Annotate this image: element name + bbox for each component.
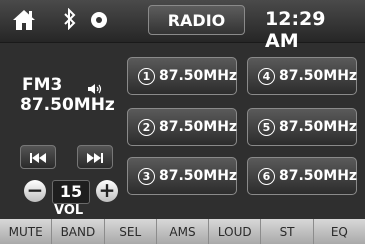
band-button[interactable]: BAND (52, 219, 105, 244)
preset-frequency: 87.50MHz (159, 119, 238, 135)
preset-button-1[interactable]: 1 87.50MHz (127, 57, 237, 95)
preset-button-2[interactable]: 2 87.50MHz (127, 108, 237, 146)
preset-button-3[interactable]: 3 87.50MHz (127, 157, 237, 195)
volume-value: 15 (52, 180, 90, 204)
function-bar: MUTE BAND SEL AMS LOUD ST EQ (0, 219, 365, 244)
seek-forward-button[interactable] (77, 145, 113, 169)
preset-frequency: 87.50MHz (279, 68, 358, 84)
preset-number: 4 (258, 67, 275, 85)
seek-forward-icon (86, 148, 104, 167)
disc-icon[interactable] (90, 11, 108, 33)
st-button[interactable]: ST (261, 219, 314, 244)
clock: 12:29 AM (265, 8, 326, 52)
preset-number: 2 (138, 118, 155, 136)
band-label: FM3 (22, 75, 63, 95)
home-icon[interactable] (12, 9, 36, 35)
preset-frequency: 87.50MHz (279, 119, 358, 135)
preset-number: 6 (258, 167, 275, 185)
radio-screen: RADIO 12:29 AM FM3 87.50MHz − 15 + VOL 1… (0, 0, 365, 244)
current-frequency: 87.50MHz (20, 95, 115, 115)
volume-down-button[interactable]: − (24, 180, 46, 202)
preset-number: 1 (138, 67, 155, 85)
sel-button[interactable]: SEL (105, 219, 157, 244)
source-tab-radio[interactable]: RADIO (148, 5, 245, 35)
preset-frequency: 87.50MHz (159, 68, 238, 84)
bluetooth-icon[interactable] (63, 7, 77, 34)
preset-frequency: 87.50MHz (279, 168, 358, 184)
volume-up-button[interactable]: + (96, 180, 118, 202)
seek-back-icon (29, 148, 47, 167)
loud-button[interactable]: LOUD (209, 219, 262, 244)
preset-button-6[interactable]: 6 87.50MHz (247, 157, 357, 195)
preset-number: 5 (258, 118, 275, 136)
ams-button[interactable]: AMS (157, 219, 210, 244)
status-bar: RADIO 12:29 AM (0, 0, 365, 52)
preset-button-4[interactable]: 4 87.50MHz (247, 57, 357, 95)
seek-back-button[interactable] (20, 145, 56, 169)
mute-button[interactable]: MUTE (0, 219, 53, 244)
preset-number: 3 (138, 167, 155, 185)
preset-button-5[interactable]: 5 87.50MHz (247, 108, 357, 146)
eq-button[interactable]: EQ (314, 219, 365, 244)
preset-frequency: 87.50MHz (159, 168, 238, 184)
volume-label: VOL (54, 203, 84, 218)
